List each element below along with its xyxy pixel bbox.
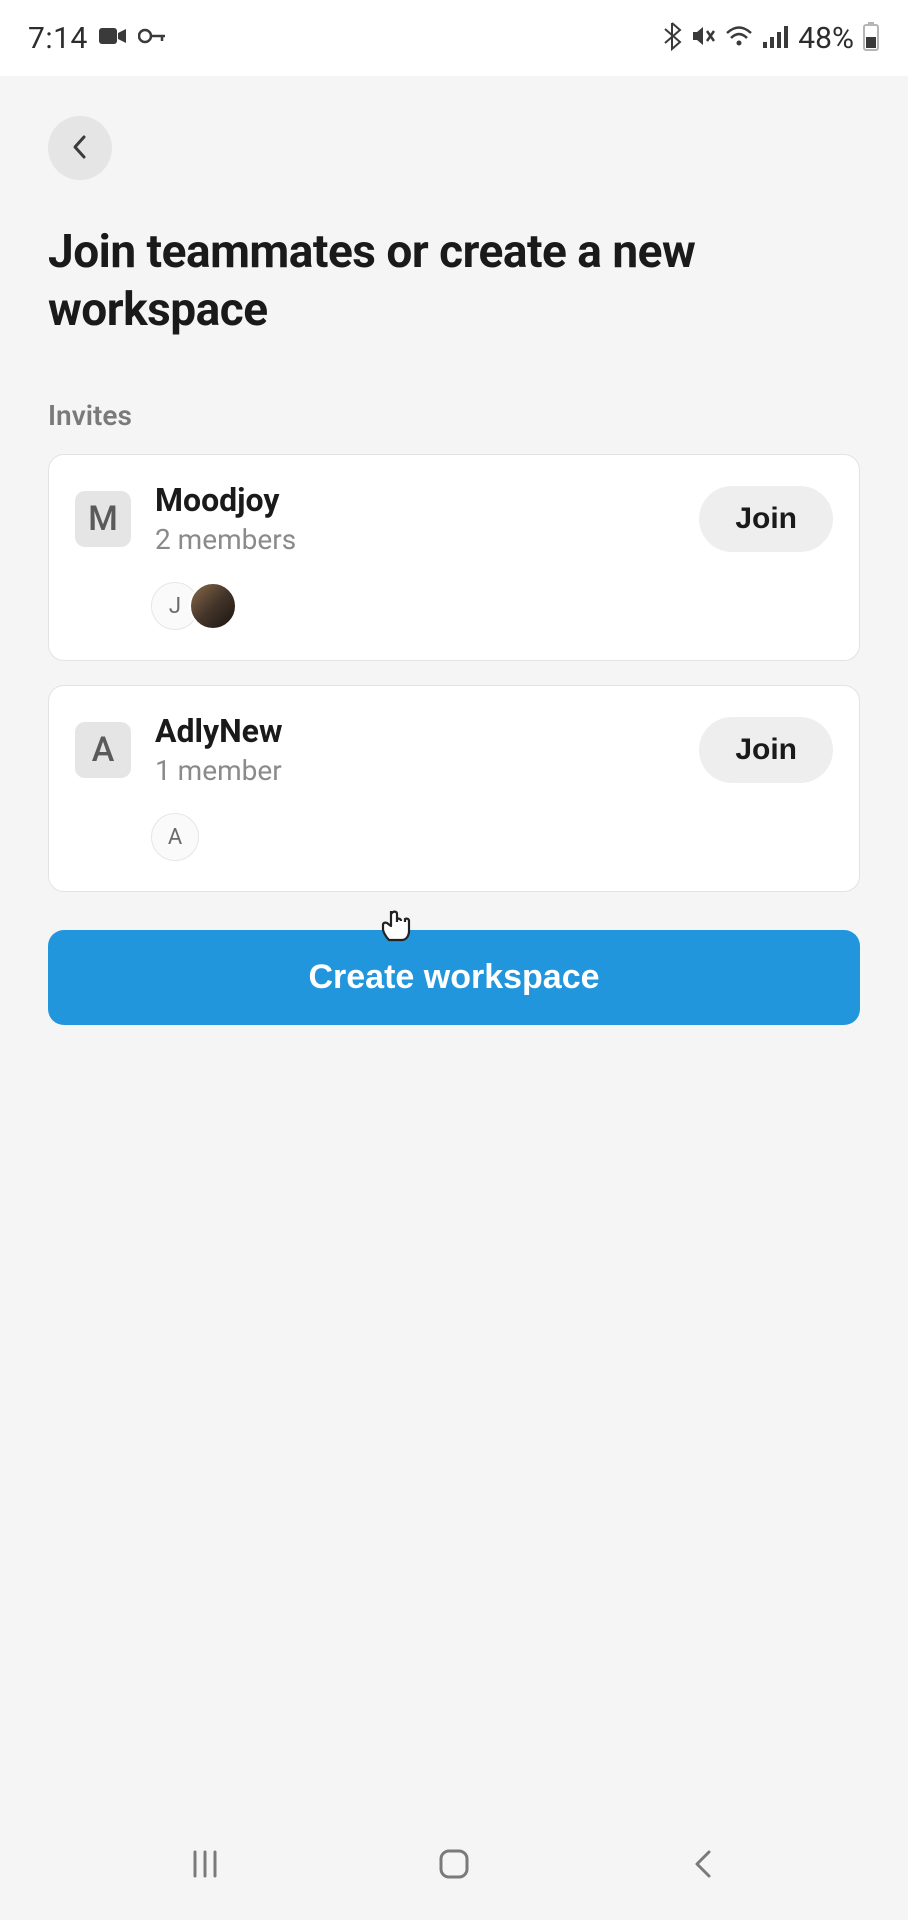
invite-card: M Moodjoy 2 members Join J: [48, 454, 860, 661]
back-button[interactable]: [48, 116, 112, 180]
join-button[interactable]: Join: [699, 717, 833, 783]
recents-icon: [188, 1847, 222, 1884]
invites-section-label: Invites: [48, 399, 860, 432]
join-button[interactable]: Join: [699, 486, 833, 552]
status-time: 7:14: [28, 21, 88, 56]
workspace-name: AdlyNew: [155, 712, 699, 750]
page-title: Join teammates or create a new workspace: [48, 224, 860, 339]
workspace-members-count: 1 member: [155, 754, 699, 787]
create-workspace-button[interactable]: Create workspace: [48, 930, 860, 1025]
invite-card: A AdlyNew 1 member Join A: [48, 685, 860, 892]
chevron-left-icon: [70, 133, 90, 164]
bluetooth-icon: [662, 21, 682, 55]
home-icon: [436, 1846, 472, 1885]
wifi-icon: [724, 24, 754, 52]
home-button[interactable]: [424, 1835, 484, 1895]
workspace-avatar: M: [75, 491, 131, 547]
recents-button[interactable]: [175, 1835, 235, 1895]
workspace-members-count: 2 members: [155, 523, 699, 556]
video-icon: [98, 25, 128, 51]
member-avatars: J: [151, 582, 833, 630]
status-bar: 7:14 48%: [0, 0, 908, 76]
signal-icon: [762, 24, 790, 52]
android-back-button[interactable]: [673, 1835, 733, 1895]
workspace-avatar: A: [75, 722, 131, 778]
member-avatars: A: [151, 813, 833, 861]
battery-icon: [862, 21, 880, 55]
android-nav-bar: [0, 1810, 908, 1920]
workspace-name: Moodjoy: [155, 481, 699, 519]
member-avatar: A: [151, 813, 199, 861]
key-icon: [138, 27, 168, 49]
chevron-left-icon: [690, 1847, 716, 1884]
member-avatar: [189, 582, 237, 630]
mute-icon: [690, 23, 716, 53]
battery-percent: 48%: [798, 21, 854, 56]
